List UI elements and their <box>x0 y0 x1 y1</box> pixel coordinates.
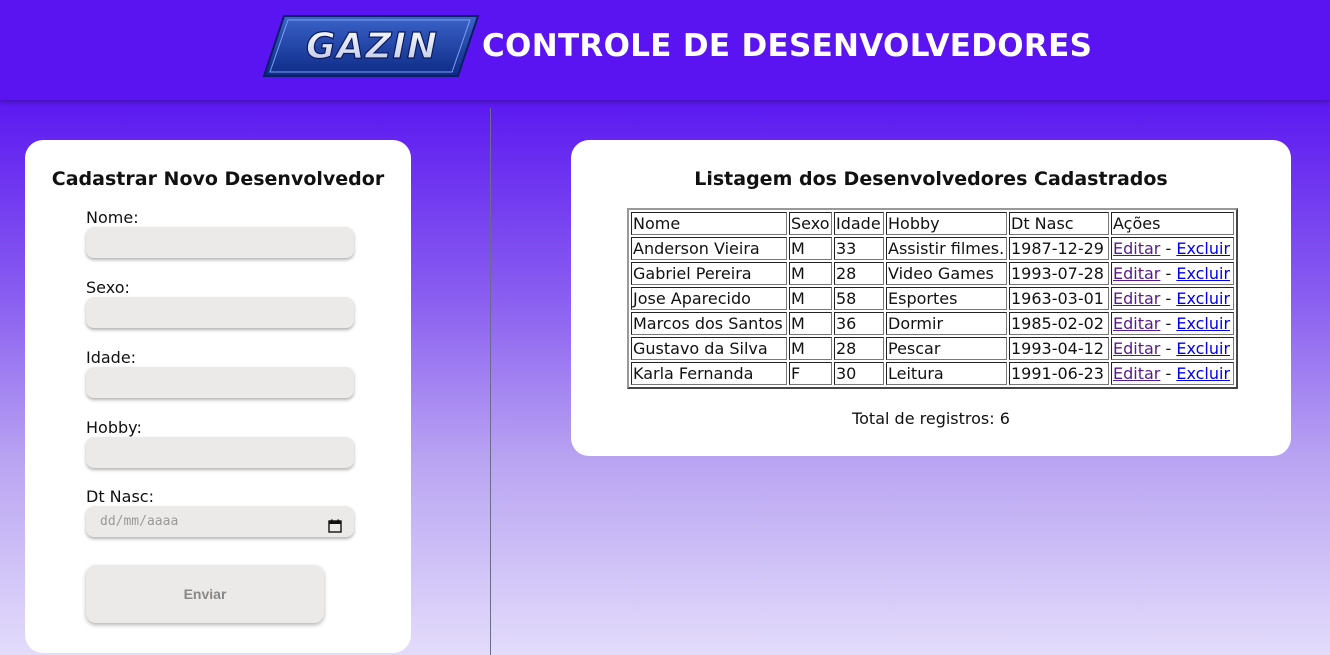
cell-dt-nasc: 1985-02-02 <box>1009 312 1109 335</box>
action-separator: - <box>1160 289 1177 308</box>
cell-hobby: Video Games <box>886 262 1007 285</box>
developers-table: Nome Sexo Idade Hobby Dt Nasc Ações Ande… <box>627 208 1238 389</box>
hobby-input[interactable] <box>86 437 354 468</box>
cell-nome: Marcos dos Santos <box>631 312 787 335</box>
cell-hobby: Assistir filmes. <box>886 237 1007 260</box>
cell-sexo: F <box>789 362 832 385</box>
page-title: CONTROLE DE DESENVOLVEDORES <box>482 28 1093 64</box>
edit-link[interactable]: Editar <box>1113 364 1160 383</box>
dt-nasc-placeholder: dd/mm/aaaa <box>100 514 179 529</box>
cell-dt-nasc: 1963-03-01 <box>1009 287 1109 310</box>
cell-hobby: Dormir <box>886 312 1007 335</box>
cell-dt-nasc: 1991-06-23 <box>1009 362 1109 385</box>
table-row: Gustavo da Silva M 28 Pescar 1993-04-12 … <box>631 337 1234 360</box>
idade-input[interactable] <box>86 367 354 398</box>
action-separator: - <box>1160 239 1177 258</box>
edit-link[interactable]: Editar <box>1113 264 1160 283</box>
edit-link[interactable]: Editar <box>1113 239 1160 258</box>
cell-sexo: M <box>789 237 832 260</box>
cell-acoes: Editar - Excluir <box>1111 237 1234 260</box>
dt-nasc-input[interactable]: dd/mm/aaaa <box>86 506 354 537</box>
cell-hobby: Pescar <box>886 337 1007 360</box>
sexo-label: Sexo: <box>86 278 130 297</box>
edit-link[interactable]: Editar <box>1113 314 1160 333</box>
edit-link[interactable]: Editar <box>1113 339 1160 358</box>
table-row: Karla Fernanda F 30 Leitura 1991-06-23 E… <box>631 362 1234 385</box>
delete-link[interactable]: Excluir <box>1176 239 1230 258</box>
cell-nome: Gustavo da Silva <box>631 337 787 360</box>
cell-hobby: Leitura <box>886 362 1007 385</box>
cell-acoes: Editar - Excluir <box>1111 337 1234 360</box>
table-row: Marcos dos Santos M 36 Dormir 1985-02-02… <box>631 312 1234 335</box>
gazin-logo: GAZIN <box>262 14 480 78</box>
delete-link[interactable]: Excluir <box>1176 264 1230 283</box>
action-separator: - <box>1160 364 1177 383</box>
column-header-dt-nasc: Dt Nasc <box>1009 212 1109 235</box>
cell-sexo: M <box>789 312 832 335</box>
edit-link[interactable]: Editar <box>1113 289 1160 308</box>
cell-acoes: Editar - Excluir <box>1111 362 1234 385</box>
cell-nome: Karla Fernanda <box>631 362 787 385</box>
sexo-input[interactable] <box>86 297 354 328</box>
form-title: Cadastrar Novo Desenvolvedor <box>51 168 385 190</box>
table-row: Anderson Vieira M 33 Assistir filmes. 19… <box>631 237 1234 260</box>
delete-link[interactable]: Excluir <box>1176 289 1230 308</box>
column-header-idade: Idade <box>834 212 884 235</box>
hobby-label: Hobby: <box>86 418 142 437</box>
cell-nome: Jose Aparecido <box>631 287 787 310</box>
delete-link[interactable]: Excluir <box>1176 364 1230 383</box>
table-row: Jose Aparecido M 58 Esportes 1963-03-01 … <box>631 287 1234 310</box>
cell-idade: 36 <box>834 312 884 335</box>
cell-dt-nasc: 1993-07-28 <box>1009 262 1109 285</box>
column-header-acoes: Ações <box>1111 212 1234 235</box>
total-records: Total de registros: 6 <box>852 409 1010 428</box>
table-header-row: Nome Sexo Idade Hobby Dt Nasc Ações <box>631 212 1234 235</box>
nome-label: Nome: <box>86 208 139 227</box>
submit-button[interactable]: Enviar <box>86 565 324 623</box>
cell-hobby: Esportes <box>886 287 1007 310</box>
table-row: Gabriel Pereira M 28 Video Games 1993-07… <box>631 262 1234 285</box>
cell-idade: 28 <box>834 337 884 360</box>
cell-nome: Gabriel Pereira <box>631 262 787 285</box>
column-header-hobby: Hobby <box>886 212 1007 235</box>
register-form-card: Cadastrar Novo Desenvolvedor Nome: Sexo:… <box>25 140 411 653</box>
cell-idade: 30 <box>834 362 884 385</box>
delete-link[interactable]: Excluir <box>1176 339 1230 358</box>
idade-label: Idade: <box>86 348 137 367</box>
nome-input[interactable] <box>86 227 354 258</box>
column-divider <box>490 108 491 655</box>
cell-idade: 33 <box>834 237 884 260</box>
cell-sexo: M <box>789 337 832 360</box>
cell-nome: Anderson Vieira <box>631 237 787 260</box>
dt-nasc-label: Dt Nasc: <box>86 487 154 506</box>
cell-idade: 28 <box>834 262 884 285</box>
cell-acoes: Editar - Excluir <box>1111 287 1234 310</box>
action-separator: - <box>1160 339 1177 358</box>
action-separator: - <box>1160 264 1177 283</box>
column-header-sexo: Sexo <box>789 212 832 235</box>
list-title: Listagem dos Desenvolvedores Cadastrados <box>694 168 1168 190</box>
cell-sexo: M <box>789 262 832 285</box>
cell-sexo: M <box>789 287 832 310</box>
delete-link[interactable]: Excluir <box>1176 314 1230 333</box>
column-header-nome: Nome <box>631 212 787 235</box>
svg-text:GAZIN: GAZIN <box>306 26 438 67</box>
developers-list-card: Listagem dos Desenvolvedores Cadastrados… <box>571 140 1291 456</box>
calendar-icon[interactable] <box>328 514 342 533</box>
cell-dt-nasc: 1993-04-12 <box>1009 337 1109 360</box>
cell-dt-nasc: 1987-12-29 <box>1009 237 1109 260</box>
cell-idade: 58 <box>834 287 884 310</box>
app-header: GAZIN CONTROLE DE DESENVOLVEDORES <box>0 0 1330 100</box>
cell-acoes: Editar - Excluir <box>1111 312 1234 335</box>
cell-acoes: Editar - Excluir <box>1111 262 1234 285</box>
action-separator: - <box>1160 314 1177 333</box>
